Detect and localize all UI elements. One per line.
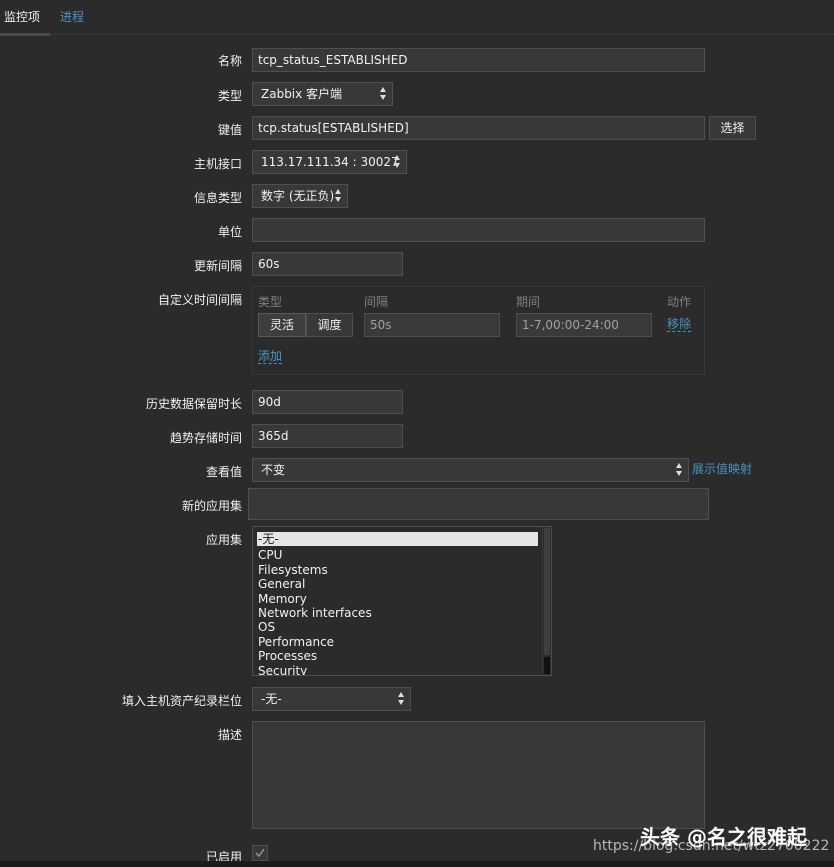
key-input[interactable]: tcp.status[ESTABLISHED] bbox=[252, 116, 705, 140]
bottom-strip bbox=[0, 861, 834, 867]
list-item[interactable]: Network interfaces bbox=[257, 606, 538, 620]
scheduling-toggle[interactable]: 调度 bbox=[306, 313, 353, 337]
column-header-type: 类型 bbox=[258, 295, 283, 309]
description-label: 描述 bbox=[217, 728, 242, 742]
new-application-label: 新的应用集 bbox=[181, 499, 242, 513]
description-textarea[interactable] bbox=[252, 721, 705, 829]
checkmark-icon bbox=[255, 848, 265, 858]
select-arrows-icon bbox=[398, 692, 405, 706]
applications-listbox[interactable]: -无- CPU Filesystems General Memory Netwo… bbox=[252, 526, 552, 676]
scrollbar-track bbox=[544, 528, 550, 655]
show-value-label: 查看值 bbox=[205, 465, 242, 479]
tab-item[interactable]: 监控项 bbox=[0, 0, 50, 36]
list-item[interactable]: Processes bbox=[257, 649, 538, 663]
select-arrows-icon bbox=[394, 155, 401, 169]
trends-input[interactable]: 365d bbox=[252, 424, 403, 448]
update-interval-input[interactable]: 60s bbox=[252, 252, 403, 276]
column-header-period: 期间 bbox=[516, 295, 541, 309]
show-value-select[interactable]: 不变 bbox=[252, 458, 689, 482]
host-interface-select[interactable]: 113.17.111.34 : 30027 bbox=[252, 150, 407, 174]
listbox-scrollbar[interactable] bbox=[542, 527, 551, 675]
value-mapping-link[interactable]: 展示值映射 bbox=[692, 462, 752, 476]
interval-input[interactable]: 50s bbox=[364, 313, 500, 337]
inventory-value: -无- bbox=[261, 692, 282, 706]
custom-interval-panel: 类型 间隔 期间 动作 灵活 调度 50s 1-7,00:00-24:00 移除… bbox=[252, 286, 705, 375]
column-header-interval: 间隔 bbox=[364, 295, 389, 309]
inventory-select[interactable]: -无- bbox=[252, 687, 411, 711]
new-application-input[interactable] bbox=[248, 488, 709, 520]
list-item[interactable]: Memory bbox=[257, 592, 538, 606]
show-value-value: 不变 bbox=[261, 463, 286, 477]
type-select[interactable]: Zabbix 客户端 bbox=[252, 82, 393, 106]
tab-processes[interactable]: 进程 bbox=[56, 0, 88, 33]
list-item[interactable]: -无- bbox=[257, 532, 538, 546]
scrollbar-thumb[interactable] bbox=[544, 657, 550, 674]
key-select-button[interactable]: 选择 bbox=[709, 116, 756, 140]
host-interface-label: 主机接口 bbox=[193, 157, 242, 171]
info-type-value: 数字 (无正负) bbox=[261, 189, 335, 203]
list-item[interactable]: Filesystems bbox=[257, 563, 538, 577]
period-input[interactable]: 1-7,00:00-24:00 bbox=[516, 313, 652, 337]
remove-link[interactable]: 移除 bbox=[667, 317, 692, 332]
name-input[interactable]: tcp_status_ESTABLISHED bbox=[252, 48, 705, 72]
applications-label: 应用集 bbox=[205, 533, 242, 547]
key-label: 键值 bbox=[217, 123, 242, 137]
name-label: 名称 bbox=[217, 54, 242, 68]
update-interval-label: 更新间隔 bbox=[193, 259, 242, 273]
watermark-text: 头条 @名之很难起 bbox=[640, 825, 807, 849]
type-label: 类型 bbox=[217, 89, 242, 103]
history-label: 历史数据保留时长 bbox=[145, 397, 242, 411]
flexible-toggle[interactable]: 灵活 bbox=[258, 313, 306, 337]
add-interval-link[interactable]: 添加 bbox=[258, 349, 283, 364]
list-item[interactable]: OS bbox=[257, 620, 538, 634]
list-item[interactable]: Security bbox=[257, 664, 538, 675]
history-input[interactable]: 90d bbox=[252, 390, 403, 414]
type-select-value: Zabbix 客户端 bbox=[261, 87, 343, 101]
unit-label: 单位 bbox=[217, 225, 242, 239]
custom-interval-label: 自定义时间间隔 bbox=[157, 293, 242, 307]
column-header-action: 动作 bbox=[667, 295, 692, 309]
select-arrows-icon bbox=[380, 87, 387, 101]
trends-label: 趋势存储时间 bbox=[169, 431, 242, 445]
list-item[interactable]: General bbox=[257, 577, 538, 591]
info-type-label: 信息类型 bbox=[193, 191, 242, 205]
unit-input[interactable] bbox=[252, 218, 705, 242]
select-arrows-icon bbox=[335, 189, 342, 203]
host-interface-value: 113.17.111.34 : 30027 bbox=[261, 155, 399, 169]
tab-bar: 监控项 进程 bbox=[0, 0, 834, 36]
enabled-checkbox[interactable] bbox=[252, 845, 268, 861]
select-arrows-icon bbox=[676, 463, 683, 477]
list-item[interactable]: Performance bbox=[257, 635, 538, 649]
info-type-select[interactable]: 数字 (无正负) bbox=[252, 184, 348, 208]
inventory-label: 填入主机资产纪录栏位 bbox=[121, 694, 242, 708]
list-item[interactable]: CPU bbox=[257, 548, 538, 562]
